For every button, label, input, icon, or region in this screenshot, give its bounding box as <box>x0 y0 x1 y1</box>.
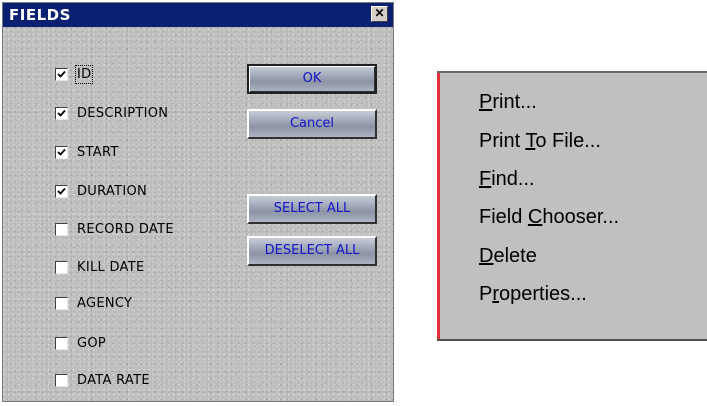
field-label-start: START <box>77 144 119 160</box>
menu-item-properties-text: P <box>479 283 493 305</box>
menu-item-find[interactable]: Find... <box>479 164 535 194</box>
checkbox-data-rate[interactable] <box>55 373 68 387</box>
menu-bottom-edge <box>437 339 707 341</box>
close-icon: ✕ <box>374 6 385 20</box>
ok-button[interactable]: OK <box>247 64 377 94</box>
dialog-titlebar[interactable]: FIELDS ✕ <box>3 3 393 27</box>
cancel-button[interactable]: Cancel <box>247 109 377 139</box>
screenshot-canvas: FIELDS ✕ ID DESCRIPTION START DURATION R… <box>0 0 707 406</box>
checkbox-record-date[interactable] <box>55 222 68 236</box>
field-checkbox-duration[interactable]: DURATION <box>55 181 147 201</box>
menu-item-delete-accelerator: D <box>479 245 494 267</box>
menu-item-properties[interactable]: Properties... <box>479 279 587 309</box>
context-menu: Print... Print To File... Find... Field … <box>437 71 707 341</box>
dialog-title: FIELDS <box>9 6 71 24</box>
menu-item-field-chooser-text: Field <box>479 206 528 228</box>
menu-item-field-chooser-accelerator: C <box>527 206 543 228</box>
menu-item-find-accelerator: F <box>479 168 492 190</box>
close-button[interactable]: ✕ <box>371 6 388 22</box>
field-label-data-rate: DATA RATE <box>77 372 150 388</box>
checkmark-icon <box>57 148 66 156</box>
menu-item-print-to-file-text: Print <box>479 130 526 152</box>
fields-dialog: FIELDS ✕ ID DESCRIPTION START DURATION R… <box>2 2 394 402</box>
field-label-duration: DURATION <box>77 183 148 199</box>
checkbox-gop[interactable] <box>55 336 68 350</box>
menu-item-print-to-file-text-rest: o File... <box>535 130 601 152</box>
field-checkbox-id[interactable]: ID <box>55 64 94 84</box>
menu-item-find-text-rest: ind... <box>491 168 535 190</box>
checkmark-icon <box>57 187 66 195</box>
field-label-agency: AGENCY <box>77 295 133 311</box>
menu-item-field-chooser[interactable]: Field Chooser... <box>479 202 619 232</box>
field-checkbox-data-rate[interactable]: DATA RATE <box>55 370 150 390</box>
menu-item-properties-text-rest: operties... <box>499 283 587 305</box>
menu-item-delete[interactable]: Delete <box>479 241 537 271</box>
field-label-gop: GOP <box>77 335 107 351</box>
menu-item-print-to-file-accelerator: T <box>525 130 536 152</box>
field-checkbox-agency[interactable]: AGENCY <box>55 293 132 313</box>
menu-item-properties-accelerator: r <box>492 283 500 305</box>
checkbox-duration[interactable] <box>55 184 68 198</box>
field-checkbox-start[interactable]: START <box>55 142 119 162</box>
menu-item-print-to-file[interactable]: Print To File... <box>479 126 601 156</box>
menu-item-print-text-rest: rint... <box>492 91 537 113</box>
checkmark-icon <box>57 109 66 117</box>
field-label-id: ID <box>74 64 94 84</box>
menu-top-edge <box>437 71 707 73</box>
menu-item-print[interactable]: Print... <box>479 87 537 117</box>
field-label-description: DESCRIPTION <box>77 105 169 121</box>
field-checkbox-description[interactable]: DESCRIPTION <box>55 103 168 123</box>
field-checkbox-record-date[interactable]: RECORD DATE <box>55 219 174 239</box>
checkbox-id[interactable] <box>55 67 68 81</box>
deselect-all-button[interactable]: DESELECT ALL <box>247 236 377 266</box>
field-label-kill-date: KILL DATE <box>77 259 145 275</box>
menu-item-field-chooser-text-rest: hooser... <box>542 206 620 228</box>
checkbox-description[interactable] <box>55 106 68 120</box>
checkbox-agency[interactable] <box>55 296 68 310</box>
checkbox-start[interactable] <box>55 145 68 159</box>
field-checkbox-kill-date[interactable]: KILL DATE <box>55 257 145 277</box>
select-all-button[interactable]: SELECT ALL <box>247 194 377 224</box>
field-label-record-date: RECORD DATE <box>77 221 174 237</box>
field-checkbox-gop[interactable]: GOP <box>55 333 106 353</box>
menu-item-delete-text-rest: elete <box>493 245 537 267</box>
menu-item-print-accelerator: P <box>479 91 493 113</box>
checkbox-kill-date[interactable] <box>55 260 68 274</box>
checkmark-icon <box>57 70 66 78</box>
